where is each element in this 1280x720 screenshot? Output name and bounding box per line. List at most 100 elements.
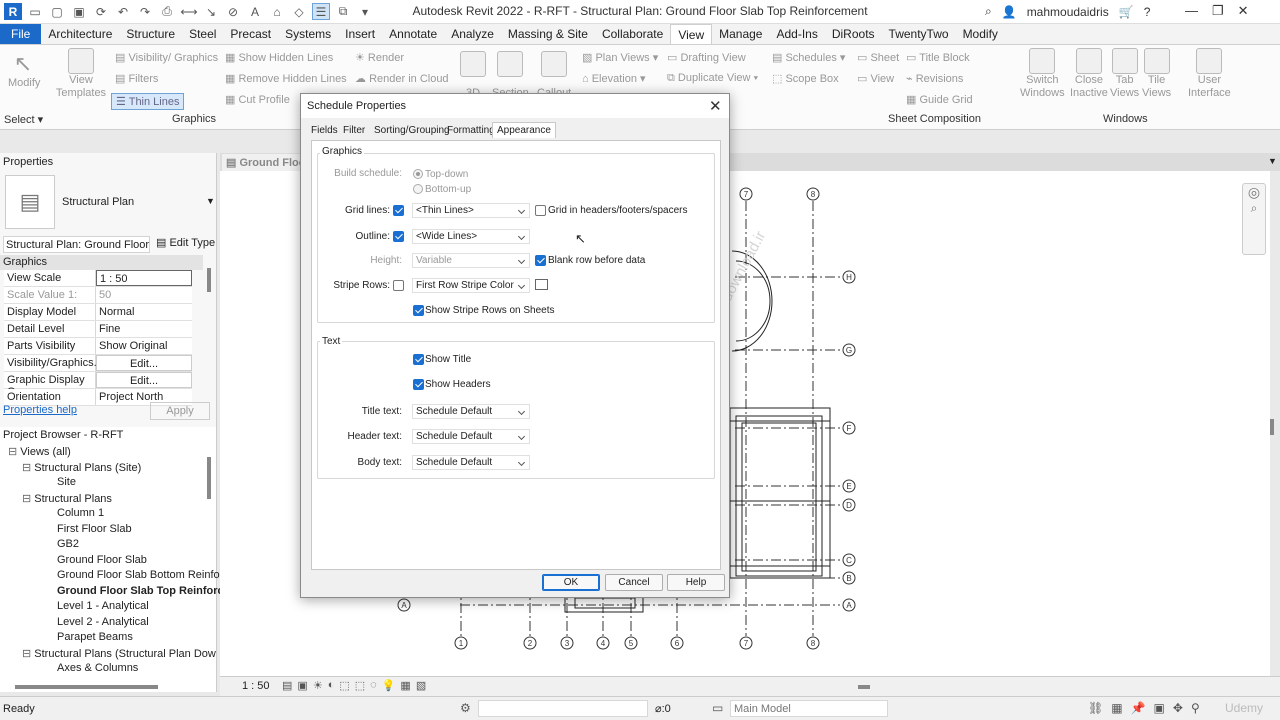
stripe-rows-checkbox[interactable] [393,280,404,291]
elevation-button[interactable]: ⌂ Elevation ▾ [582,72,646,85]
browser-scrollbar[interactable] [207,457,211,499]
analytical-icon[interactable]: ▧ [416,679,426,692]
stripe-color-swatch[interactable] [535,279,548,290]
property-row[interactable]: Graphic Display O...Edit... [4,372,192,398]
user-interface-button[interactable]: User Interface [1188,48,1231,100]
shadows-icon[interactable]: ◐ [328,679,335,692]
browser-tree-item[interactable]: Axes & Columns [57,662,138,674]
ribbon-tab-steel[interactable]: Steel [182,24,223,44]
title-block-button[interactable]: ▭ Title Block [906,51,970,64]
tab-sorting-grouping[interactable]: Sorting/Grouping [374,125,450,136]
ribbon-tab-file[interactable]: File [0,24,42,44]
plan-views-button[interactable]: ▧ Plan Views ▾ [582,51,658,64]
show-headers-checkbox[interactable] [413,379,424,390]
select-links-icon[interactable]: ⛓ [1088,701,1103,715]
outline-select[interactable]: <Wide Lines> [412,229,530,244]
browser-tree-item[interactable]: ⊟ Structural Plans (Structural Plan Dow [22,647,216,660]
tab-appearance[interactable]: Appearance [492,122,556,138]
ribbon-tab-twentytwo[interactable]: TwentyTwo [882,24,956,44]
cancel-button[interactable]: Cancel [605,574,663,591]
ribbon-tab-modify[interactable]: Modify [956,24,1005,44]
3d-button[interactable]: 3D [460,51,486,99]
show-hidden-button[interactable]: ▦ Show Hidden Lines [225,51,333,64]
show-title-checkbox[interactable] [413,354,424,365]
select-face-icon[interactable]: ▣ [1154,701,1165,715]
title-text-select[interactable]: Schedule Default [412,404,530,419]
browser-tree-item[interactable]: Level 1 - Analytical [57,600,149,612]
view-scale-button[interactable]: 1 : 50 [242,680,270,692]
view-templates-button[interactable]: View Templates [55,48,107,100]
property-value[interactable]: Edit... [96,372,192,388]
grid-lines-checkbox[interactable] [393,205,404,216]
drafting-view-button[interactable]: ▭ Drafting View [667,51,746,64]
cart-icon[interactable]: 🛒 [1119,5,1134,19]
temporary-hide-icon[interactable]: ◌ [370,679,377,692]
design-options-icon[interactable]: ▭ [712,701,723,715]
property-value[interactable]: Edit... [96,355,192,371]
graphics-section-header[interactable]: Graphics [0,255,203,270]
blank-row-checkbox[interactable] [535,255,546,266]
user-icon[interactable]: 👤 [1002,5,1017,19]
remove-hidden-button[interactable]: ▦ Remove Hidden Lines [225,72,347,85]
browser-tree-item[interactable]: Site [57,476,76,488]
guide-grid-button[interactable]: ▦ Guide Grid [906,93,973,106]
browser-tree-item[interactable]: Ground Floor Slab Top Reinforc [57,585,224,597]
ribbon-tab-massing-site[interactable]: Massing & Site [501,24,595,44]
duplicate-view-button[interactable]: ⧉ Duplicate View ▾ [667,72,758,85]
browser-tree-item[interactable]: Column 1 [57,507,104,519]
ribbon-tab-insert[interactable]: Insert [338,24,382,44]
expand-icon[interactable]: ⊟ [8,446,20,458]
properties-help-link[interactable]: Properties help [3,404,77,416]
browser-tree-item[interactable]: ⊟ Structural Plans [22,492,112,505]
ribbon-tab-collaborate[interactable]: Collaborate [595,24,670,44]
modify-button[interactable]: ↖ Modify [8,51,40,89]
reveal-hidden-icon[interactable]: 💡 [382,679,396,692]
close-inactive-button[interactable]: Close Inactive [1070,48,1108,100]
tab-formatting[interactable]: Formatting [447,125,495,136]
revisions-button[interactable]: ⌁ Revisions [906,72,963,85]
switch-windows-button[interactable]: Switch Windows [1020,48,1065,100]
properties-scrollbar[interactable] [207,268,211,292]
select-underlay-icon[interactable]: ▦ [1111,701,1122,715]
schedules-button[interactable]: ▤ Schedules ▾ [772,51,845,64]
property-value[interactable]: 1 : 50 [96,270,192,286]
worksharing-icon[interactable]: ▦ [400,679,410,692]
visual-style-icon[interactable]: ▣ [297,679,307,692]
property-row[interactable]: Display Model Normal [4,304,192,321]
canvas-v-scrollbar[interactable] [1270,419,1274,435]
cut-profile-button[interactable]: ▦ Cut Profile [225,93,290,106]
filters-button[interactable]: ▤ Filters [115,72,158,85]
browser-tree-item[interactable]: Ground Floor Slab Bottom Reinfo [57,569,220,581]
tab-views-button[interactable]: Tab Views [1110,48,1139,100]
help-button[interactable]: Help [667,574,725,591]
browser-tree-item[interactable]: First Floor Slab [57,523,132,535]
property-value[interactable]: Normal [96,304,192,320]
tab-filter[interactable]: Filter [343,125,365,136]
header-text-select[interactable]: Schedule Default [412,429,530,444]
help-icon[interactable]: ? [1144,5,1151,19]
ribbon-tab-view[interactable]: View [670,24,713,44]
view-button[interactable]: ▭ View [857,72,894,85]
browser-tree-item[interactable]: Ground Floor Slab [57,554,147,566]
browser-tree-item[interactable]: ⊟ Structural Plans (Site) [22,461,141,474]
property-value[interactable]: Fine [96,321,192,337]
close-icon[interactable]: ✕ [1238,3,1249,19]
thin-lines-button[interactable]: ☰ Thin Lines [111,93,185,110]
browser-tree-item[interactable]: Level 2 - Analytical [57,616,149,628]
browser-h-scrollbar[interactable] [15,685,158,689]
show-stripe-checkbox[interactable] [413,305,424,316]
worksets-dropdown[interactable] [478,700,648,717]
edit-type-button[interactable]: ▤ Edit Type [156,236,215,249]
property-row[interactable]: Detail Level Fine [4,321,192,338]
detail-level-icon[interactable]: ▤ [282,679,292,692]
instance-filter-dropdown[interactable]: Structural Plan: Ground Floor [3,236,150,253]
top-down-radio[interactable] [413,169,423,179]
drag-elements-icon[interactable]: ✥ [1173,701,1183,715]
user-name[interactable]: mahmoudaidris [1027,5,1109,19]
type-selector[interactable]: Structural Plan [62,196,134,208]
canvas-h-scrollbar[interactable] [858,685,870,689]
sheet-button[interactable]: ▭ Sheet [857,51,899,64]
ribbon-tab-structure[interactable]: Structure [119,24,182,44]
ribbon-tab-precast[interactable]: Precast [223,24,278,44]
render-button[interactable]: ☀ Render [355,51,404,64]
